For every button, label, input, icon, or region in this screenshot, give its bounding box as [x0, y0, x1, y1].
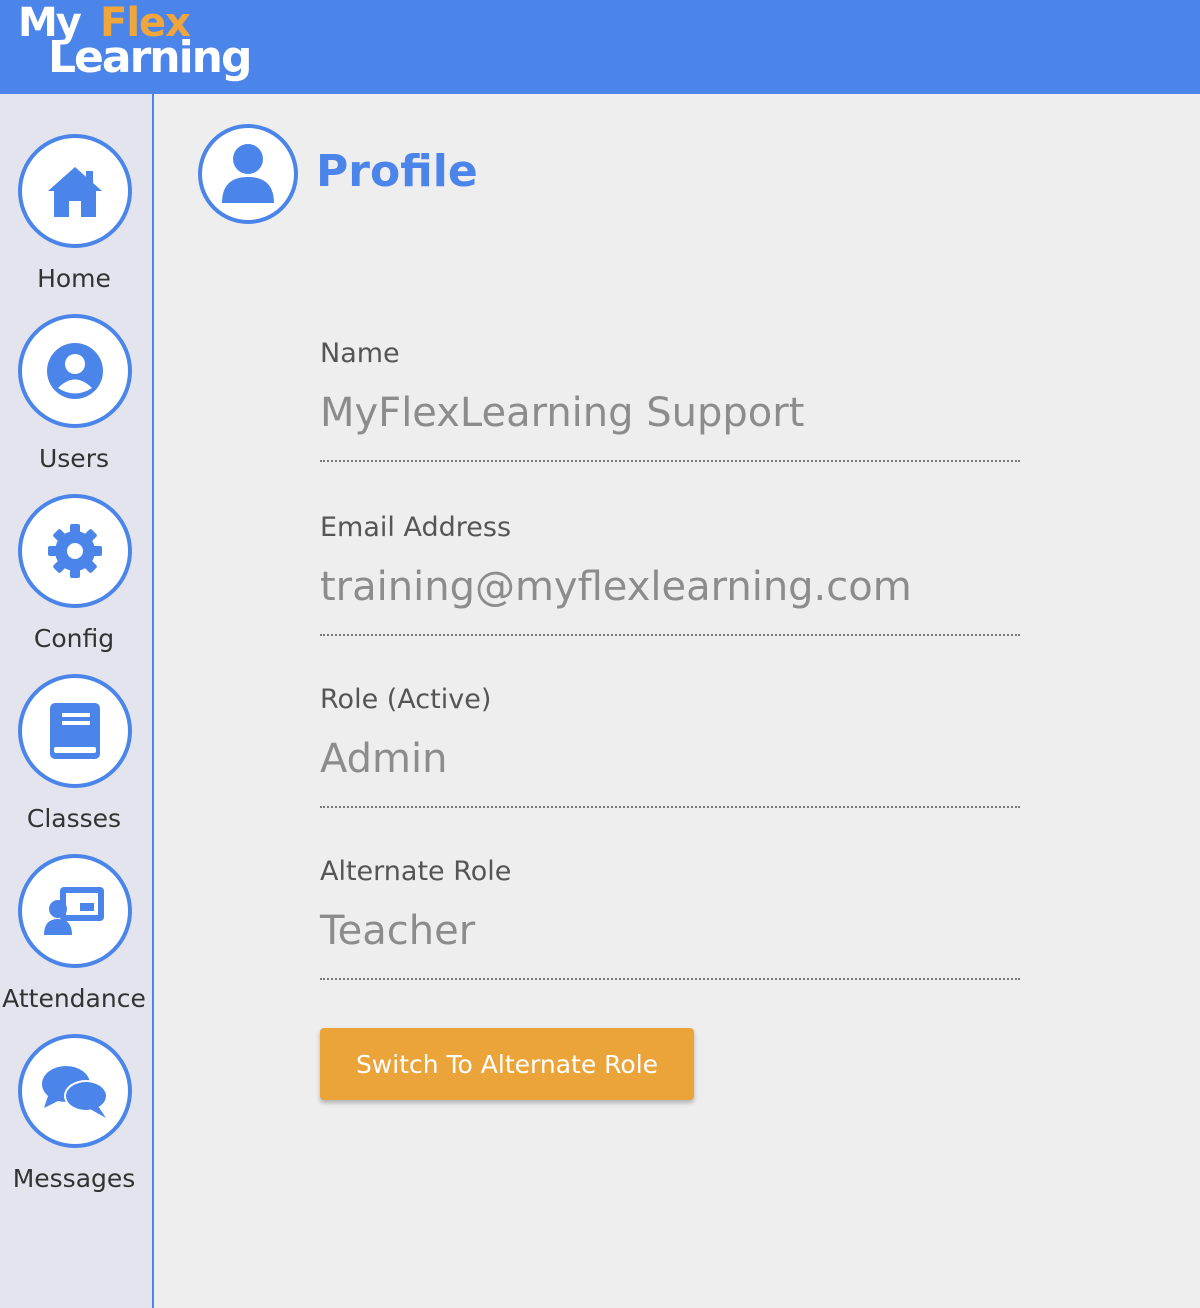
presentation-icon	[18, 854, 132, 968]
sidebar-item-label: Attendance	[2, 984, 146, 1013]
name-field: Name MyFlexLearning Support	[320, 338, 1020, 462]
email-value: training@myflexlearning.com	[320, 564, 1020, 636]
sidebar-item-label: Classes	[26, 804, 122, 833]
active-role-field: Role (Active) Admin	[320, 684, 1020, 808]
sidebar-item-home[interactable]: Home	[0, 134, 152, 314]
page-title: Profile	[316, 146, 478, 197]
alternate-role-value: Teacher	[320, 908, 1020, 980]
active-role-value: Admin	[320, 736, 1020, 808]
sidebar-item-config[interactable]: Config	[0, 494, 152, 674]
field-label: Email Address	[320, 512, 512, 543]
home-icon	[18, 134, 132, 248]
sidebar-item-attendance[interactable]: Attendance	[0, 854, 152, 1034]
field-label: Name	[320, 338, 400, 369]
sidebar-item-label: Messages	[12, 1164, 136, 1193]
chat-bubbles-icon	[18, 1034, 132, 1148]
profile-page: Profile Name MyFlexLearning Support Emai…	[154, 94, 1200, 1308]
logo-learning: Learning	[48, 32, 252, 83]
user-circle-icon	[18, 314, 132, 428]
book-icon	[18, 674, 132, 788]
user-icon	[198, 124, 298, 224]
email-field: Email Address training@myflexlearning.co…	[320, 512, 1020, 636]
sidebar-item-label: Users	[38, 444, 109, 473]
sidebar-item-label: Home	[37, 264, 111, 293]
sidebar: Home Users Config Classes Attendance Mes…	[0, 94, 154, 1308]
sidebar-item-label: Config	[33, 624, 115, 653]
switch-role-button[interactable]: Switch To Alternate Role	[320, 1028, 694, 1100]
top-bar: My Flex Learning	[0, 0, 1200, 94]
sidebar-item-users[interactable]: Users	[0, 314, 152, 494]
sidebar-item-messages[interactable]: Messages	[0, 1034, 152, 1214]
name-value: MyFlexLearning Support	[320, 390, 1020, 462]
field-label: Alternate Role	[320, 856, 512, 887]
gear-icon	[18, 494, 132, 608]
field-label: Role (Active)	[320, 684, 492, 715]
myflexlearning-logo[interactable]: My Flex Learning	[18, 0, 252, 88]
alternate-role-field: Alternate Role Teacher	[320, 856, 1020, 980]
sidebar-item-classes[interactable]: Classes	[0, 674, 152, 854]
